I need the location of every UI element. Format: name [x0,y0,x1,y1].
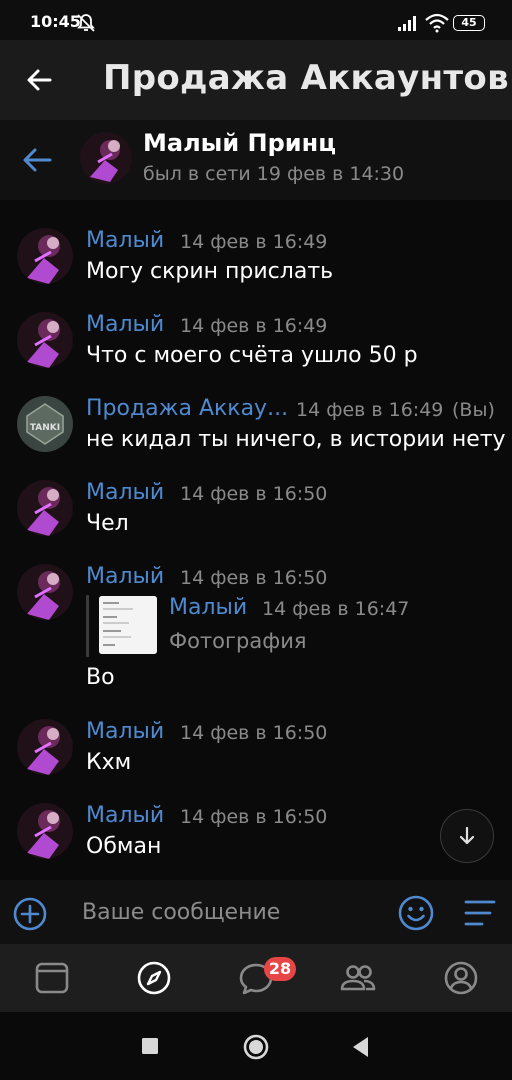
avatar[interactable] [17,480,73,536]
message-time: 14 фев в 16:50 [180,722,328,744]
status-time: 10:45 [30,12,81,31]
avatar[interactable] [17,803,73,859]
home-icon[interactable] [242,1033,270,1061]
message-author[interactable]: Малый [86,228,164,253]
forwarded-time: 14 фев в 16:47 [262,598,410,620]
tab-feed-icon[interactable] [32,958,72,998]
scroll-down-button[interactable] [440,809,494,863]
message-time: 14 фев в 16:49 [180,231,328,253]
message-text: Чел [86,511,129,536]
messages-badge: 28 [264,957,296,981]
emoji-icon[interactable] [397,894,435,932]
forwarded-author[interactable]: Малый [169,595,247,620]
message-time: 14 фев в 16:49 [180,315,328,337]
avatar[interactable]: TANKI [17,396,73,452]
avatar[interactable] [17,228,73,284]
tab-profile-icon[interactable] [441,958,481,998]
avatar[interactable] [17,719,73,775]
message-time: 14 фев в 16:49 [296,399,444,421]
message-author[interactable]: Малый [86,564,164,589]
attach-plus-icon[interactable] [12,896,48,932]
signal-icon [398,16,416,31]
message-text: Могу скрин прислать [86,259,334,284]
mute-icon [77,14,95,32]
group-header: Продажа Аккаунтов Та [0,40,512,120]
message-text: Обман [86,834,162,859]
forwarded-photo-thumbnail[interactable] [99,596,157,654]
message-time: 14 фев в 16:50 [180,806,328,828]
tab-friends-icon[interactable] [338,958,378,998]
group-title: Продажа Аккаунтов Та [103,58,512,98]
chat-avatar[interactable] [80,132,132,188]
chat-name[interactable]: Малый Принц [143,129,336,157]
battery-icon: 45 [453,15,485,31]
back-arrow-icon[interactable] [18,140,58,180]
message-author[interactable]: Малый [86,803,164,828]
svg-text:TANKI: TANKI [30,423,60,433]
recents-icon[interactable] [140,1036,160,1056]
back-triangle-icon[interactable] [350,1035,370,1059]
message-text: Во [86,665,115,690]
forward-bar [86,595,89,657]
message-time: 14 фев в 16:50 [180,483,328,505]
you-label: (Вы) [452,399,495,421]
message-composer: Ваше сообщение [0,880,512,944]
message-text: Кхм [86,750,132,775]
message-author[interactable]: Продажа Аккау... [86,396,288,421]
arrow-down-icon [459,826,475,845]
tab-bar [0,944,512,1012]
tab-discover-icon[interactable] [134,958,174,998]
message-author[interactable]: Малый [86,312,164,337]
chat-status: был в сети 19 фев в 14:30 [143,163,405,185]
avatar[interactable] [17,312,73,368]
message-time: 14 фев в 16:50 [180,567,328,589]
message-text: не кидал ты ничего, в истории нету [86,427,506,452]
message-author[interactable]: Малый [86,719,164,744]
back-arrow-icon[interactable] [20,60,60,100]
status-bar: 10:45 45 [0,0,512,40]
avatar[interactable] [17,564,73,620]
forwarded-text: Фотография [169,629,307,653]
message-text: Что с моего счёта ушло 50 р [86,343,418,368]
message-author[interactable]: Малый [86,480,164,505]
keyboard-menu-icon[interactable] [462,896,498,930]
message-list[interactable]: Малый 14 фев в 16:49 Могу скрин прислать… [0,200,512,880]
message-input[interactable]: Ваше сообщение [82,900,280,925]
wifi-icon [425,13,449,33]
system-navigation-bar [0,1012,512,1080]
